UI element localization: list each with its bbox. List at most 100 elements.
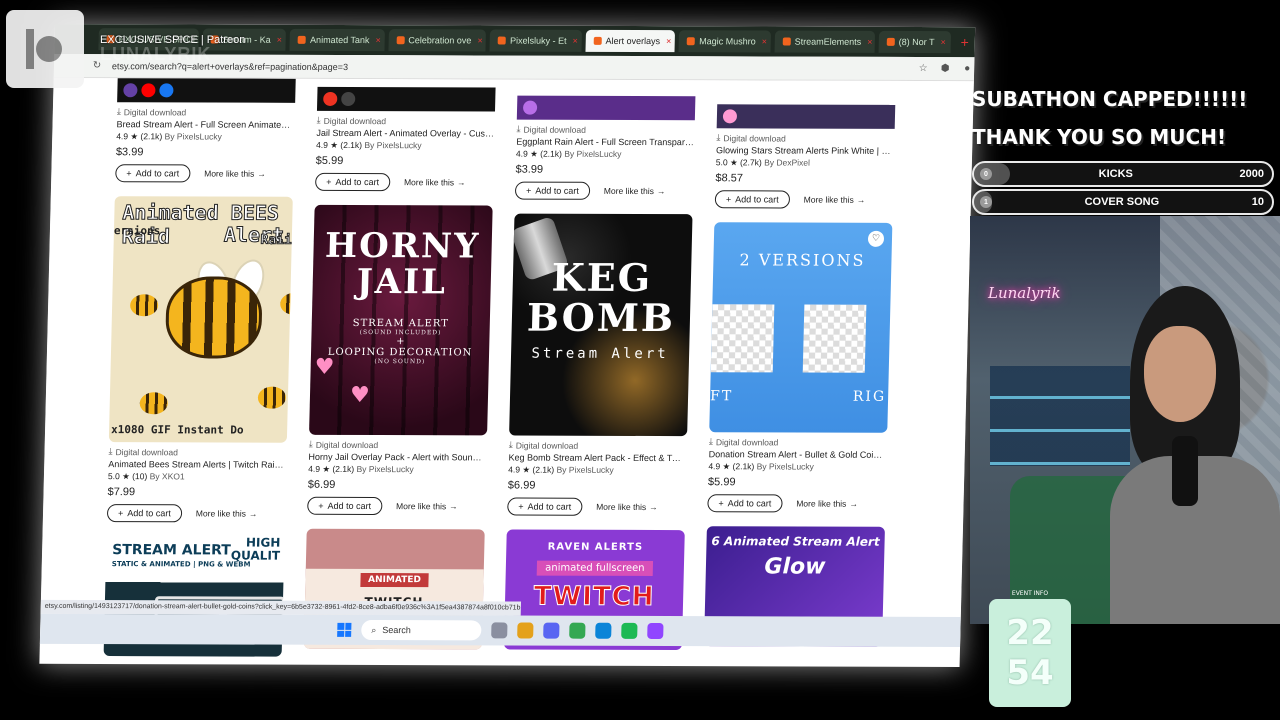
browser-tab[interactable]: StreamElements × xyxy=(774,30,875,53)
tab-close-icon[interactable]: × xyxy=(940,37,946,47)
more-like-this-link[interactable]: More like this → xyxy=(196,508,258,518)
title-line-1: HORNY xyxy=(324,225,481,267)
download-icon: ⤓ xyxy=(716,132,721,143)
star-icon[interactable]: ☆ xyxy=(916,61,930,75)
add-to-cart-button[interactable]: + Add to cart xyxy=(115,164,191,183)
shop-name[interactable]: By PixelsLucky xyxy=(356,464,413,474)
more-like-this-link[interactable]: More like this → xyxy=(804,195,866,205)
listing-rating: 5.0 ★ (10) By XKO1 xyxy=(108,471,286,483)
artwork-footer: x1080 GIF Instant Do xyxy=(110,423,244,437)
file-explorer-icon[interactable] xyxy=(517,622,534,639)
listing-actions: + Add to cart More like this → xyxy=(315,172,493,192)
browser-tab[interactable]: Magic Mushro × xyxy=(678,30,771,53)
task-view-icon[interactable] xyxy=(491,622,508,639)
new-tab-icon[interactable]: + xyxy=(954,34,975,50)
add-to-cart-button[interactable]: + Add to cart xyxy=(307,496,383,516)
add-to-cart-button[interactable]: + Add to cart xyxy=(707,494,783,513)
chrome-icon[interactable] xyxy=(569,622,586,639)
digital-download-label: ⤓ Digital download xyxy=(716,132,894,144)
artwork-right-label: RIG xyxy=(852,388,887,405)
add-to-cart-button[interactable]: + Add to cart xyxy=(106,504,183,523)
url-text[interactable]: etsy.com/search?q=alert+overlays&ref=pag… xyxy=(112,61,908,74)
more-like-this-link[interactable]: More like this → xyxy=(596,502,658,512)
listing-title[interactable]: Horny Jail Overlay Pack - Alert with Sou… xyxy=(308,452,486,463)
listing-title[interactable]: Animated Bees Stream Alerts | Twitch Rai… xyxy=(108,459,286,470)
tab-label: StreamElements xyxy=(794,36,862,47)
listing-price: $8.57 xyxy=(715,172,744,185)
shop-name[interactable]: By PixelsLucky xyxy=(364,140,421,150)
listing-title[interactable]: Keg Bomb Stream Alert Pack - Effect & Tw… xyxy=(508,452,686,463)
tab-favicon-icon xyxy=(886,37,895,46)
tab-favicon-icon xyxy=(396,36,405,45)
review-count: (10) xyxy=(132,471,148,482)
more-like-this-link[interactable]: More like this → xyxy=(796,498,858,508)
listing-image-horny-jail[interactable]: HORNY JAIL STREAM ALERT (SOUND INCLUDED) … xyxy=(309,204,493,436)
listing-rating: 5.0 ★ (2.7k) By DexPixel xyxy=(716,157,894,169)
shop-name[interactable]: By XKO1 xyxy=(150,471,185,481)
listing-image-bees[interactable]: Animated BEES Raid Alert ersions Raii x1… xyxy=(108,196,293,443)
subathon-banner: SUBATHON CAPPED!!!!!! THANK YOU SO MUCH! xyxy=(972,80,1272,156)
favorite-heart-button[interactable]: ♡ xyxy=(867,230,885,247)
listing-image-keg-bomb[interactable]: KEG BOMB Stream Alert xyxy=(509,213,693,437)
listing-image-strip[interactable] xyxy=(316,86,496,112)
goal-index: 0 xyxy=(980,168,992,180)
profile-icon[interactable]: ● xyxy=(960,62,974,76)
tab-close-icon[interactable]: × xyxy=(867,37,873,47)
listing-actions: + Add to cart More like this → xyxy=(307,496,485,516)
browser-tab[interactable]: Animated Tank × xyxy=(289,28,385,52)
listing-image-two-versions[interactable]: ♡ 2 VERSIONS FT RIG xyxy=(709,222,893,433)
listing-title[interactable]: Glowing Stars Stream Alerts Pink White |… xyxy=(716,145,894,156)
twitch-app-icon[interactable] xyxy=(647,622,664,639)
listing-image-strip[interactable] xyxy=(516,95,696,121)
star-icon: ★ xyxy=(322,463,331,474)
artwork-plus: + xyxy=(395,336,405,348)
rating-value: 5.0 xyxy=(107,471,120,482)
listing-title[interactable]: Donation Stream Alert - Bullet & Gold Co… xyxy=(709,449,887,460)
tab-favicon-icon xyxy=(782,37,791,46)
tab-close-icon[interactable]: × xyxy=(762,36,768,46)
taskbar-search-box[interactable]: ⌕ Search xyxy=(361,619,482,641)
arrow-right-icon: → xyxy=(248,508,258,519)
download-text: Digital download xyxy=(323,115,387,126)
extension-icon[interactable]: ⬢ xyxy=(938,62,952,76)
download-text: Digital download xyxy=(515,440,579,451)
more-like-this-link[interactable]: More like this → xyxy=(404,177,466,187)
tab-close-icon[interactable]: × xyxy=(277,35,283,45)
shop-name[interactable]: By PixelsLucky xyxy=(564,149,621,159)
tab-close-icon[interactable]: × xyxy=(572,36,578,46)
listing-title[interactable]: Eggplant Rain Alert - Full Screen Transp… xyxy=(516,137,694,148)
browser-tab[interactable]: (8) Nor T × xyxy=(878,30,951,54)
tab-close-icon[interactable]: × xyxy=(477,35,483,45)
listing-title[interactable]: Bread Stream Alert - Full Screen Animate… xyxy=(116,119,294,130)
browser-tab[interactable]: Celebration ove × xyxy=(388,29,487,52)
shop-name[interactable]: By PixelsLucky xyxy=(556,465,613,475)
artwork-title: HORNY JAIL xyxy=(312,205,492,302)
facebook-icon xyxy=(159,83,174,98)
shop-name[interactable]: By DexPixel xyxy=(764,157,810,167)
listing-image-strip[interactable] xyxy=(716,104,896,129)
discord-icon[interactable] xyxy=(543,622,560,639)
tab-close-icon[interactable]: × xyxy=(666,36,672,46)
shop-name[interactable]: By PixelsLucky xyxy=(757,461,814,471)
more-like-this-link[interactable]: More like this → xyxy=(204,168,266,178)
small-bee xyxy=(279,292,293,315)
download-text: Digital download xyxy=(315,439,379,450)
browser-tab[interactable]: Pixelsluky - Et × xyxy=(489,29,582,52)
more-like-this-link[interactable]: More like this → xyxy=(396,501,458,511)
browser-tab[interactable]: Alert overlays × xyxy=(585,29,676,53)
star-icon: ★ xyxy=(729,157,738,168)
shop-name[interactable]: By PixelsLucky xyxy=(164,131,221,141)
listing-title[interactable]: Jail Stream Alert - Animated Overlay - C… xyxy=(316,128,494,139)
tab-close-icon[interactable]: × xyxy=(375,35,381,45)
add-to-cart-button[interactable]: + Add to cart xyxy=(315,172,391,192)
add-to-cart-button[interactable]: + Add to cart xyxy=(514,181,591,200)
edge-icon[interactable] xyxy=(595,622,612,639)
taskbar-search-label: Search xyxy=(382,625,411,636)
windows-start-icon[interactable] xyxy=(337,622,352,637)
spotify-icon[interactable] xyxy=(621,622,638,639)
add-to-cart-button[interactable]: + Add to cart xyxy=(714,190,790,209)
artwork-tag: ANIMATED xyxy=(359,572,430,588)
add-to-cart-button[interactable]: + Add to cart xyxy=(507,497,583,516)
more-like-this-link[interactable]: More like this → xyxy=(604,186,666,196)
listing-image-strip[interactable] xyxy=(117,78,296,103)
